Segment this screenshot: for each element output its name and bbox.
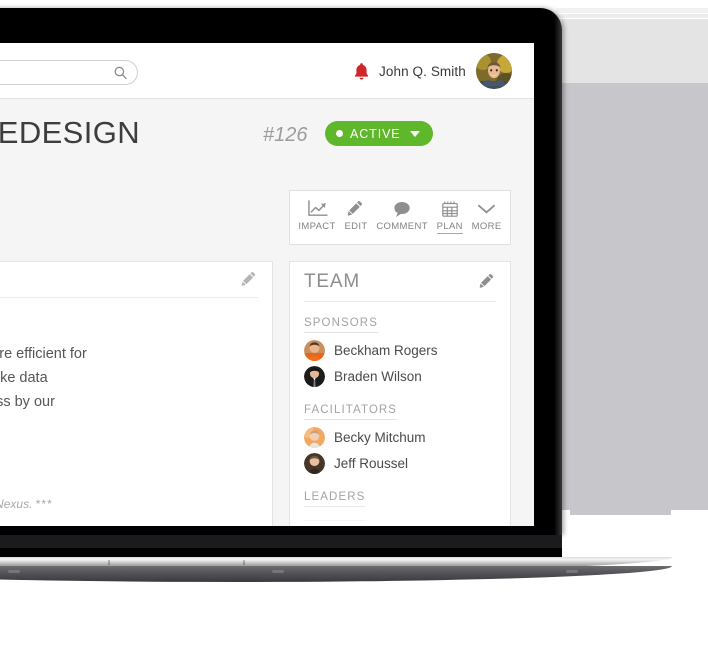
action-plan-label: PLAN xyxy=(436,221,463,234)
list-item[interactable]: Braden Wilson xyxy=(304,363,496,389)
avatar xyxy=(304,365,325,387)
user-name[interactable]: John Q. Smith xyxy=(379,64,466,79)
description-card: g orders to make it more efficient for r… xyxy=(0,261,273,526)
description-line-2: rstand how we can make data xyxy=(0,370,48,386)
laptop-foot xyxy=(272,570,284,573)
action-edit[interactable]: EDIT xyxy=(341,199,370,232)
action-edit-label: EDIT xyxy=(344,221,368,232)
description-text: g orders to make it more efficient for r… xyxy=(0,298,272,414)
action-more[interactable]: MORE xyxy=(469,199,505,232)
bell-icon[interactable] xyxy=(353,61,370,82)
team-group-facilitators: FACILITATORS Becky Mitchum Jeff Roussel xyxy=(304,389,496,476)
chart-line-icon xyxy=(307,199,328,218)
action-toolbar: IMPACT EDIT COMMENT PLAN MORE xyxy=(289,190,511,245)
page-header: ENTRY REDESIGN #126 ACTIVE xyxy=(0,100,534,162)
laptop-foot xyxy=(8,570,20,573)
action-impact[interactable]: IMPACT xyxy=(295,199,338,232)
search-icon[interactable] xyxy=(113,65,128,81)
background-dark-panel xyxy=(556,83,708,510)
page-title: ENTRY REDESIGN xyxy=(0,115,141,150)
action-comment[interactable]: COMMENT xyxy=(373,199,431,232)
laptop-screen: Search... John Q. Smith xyxy=(0,43,534,526)
chevron-down-icon[interactable] xyxy=(409,130,420,137)
description-note-stars: *** xyxy=(35,497,53,511)
page-id-label: #126 xyxy=(263,124,308,146)
laptop-foot xyxy=(566,570,578,573)
team-group-label: SPONSORS xyxy=(304,317,378,333)
action-more-label: MORE xyxy=(471,221,502,232)
avatar xyxy=(304,452,325,474)
background-strip-top xyxy=(556,8,708,13)
team-member-name: Jeff Roussel xyxy=(334,455,409,471)
laptop-base-seam xyxy=(108,560,110,565)
calendar-icon xyxy=(441,199,459,218)
status-label: ACTIVE xyxy=(350,126,401,141)
action-plan[interactable]: PLAN xyxy=(434,199,466,234)
team-title: TEAM xyxy=(304,270,360,292)
description-card-header xyxy=(0,262,258,298)
comment-bubble-icon xyxy=(392,199,412,218)
pencil-icon[interactable] xyxy=(241,271,258,293)
laptop-lid-gloss xyxy=(554,8,562,535)
team-card-header: TEAM xyxy=(304,262,496,302)
action-comment-label: COMMENT xyxy=(376,221,428,232)
team-member-name: Beckham Rogers xyxy=(334,342,438,358)
team-group-label: FACILITATORS xyxy=(304,404,398,420)
background-dark-panel-step xyxy=(570,507,671,515)
list-item[interactable]: Becky Mitchum xyxy=(304,424,496,450)
team-next-group-stub xyxy=(304,520,366,521)
search-input[interactable]: Search... xyxy=(0,60,138,85)
pencil-icon xyxy=(347,199,365,218)
avatar xyxy=(304,339,325,361)
team-group-sponsors: SPONSORS Beckham Rogers Braden Wilson xyxy=(304,302,496,389)
avatar[interactable] xyxy=(476,53,512,89)
chevron-down-icon xyxy=(476,199,497,218)
avatar xyxy=(304,426,325,448)
description-line-1: g orders to make it more efficient for xyxy=(0,346,87,362)
action-impact-label: IMPACT xyxy=(298,221,336,232)
team-card: TEAM SPONSORS Beckham Rogers Braden Wils… xyxy=(289,261,511,526)
laptop-base-seam xyxy=(243,560,245,565)
team-group-label: LEADERS xyxy=(304,491,366,507)
list-item[interactable]: Jeff Roussel xyxy=(304,450,496,476)
team-member-name: Braden Wilson xyxy=(334,368,422,384)
team-member-name: Becky Mitchum xyxy=(334,429,426,445)
background-strip-top-2 xyxy=(556,14,708,18)
laptop-bottom-shadow xyxy=(0,566,672,582)
background-light-panel xyxy=(556,19,708,83)
list-item[interactable]: Beckham Rogers xyxy=(304,337,496,363)
description-note-text: -specific information in KaiNexus. xyxy=(0,497,33,511)
description-note: -specific information in KaiNexus. *** xyxy=(0,497,53,511)
description-line-3: understand and process by our xyxy=(0,394,55,410)
pencil-icon[interactable] xyxy=(479,273,496,295)
status-dot xyxy=(336,130,343,137)
team-group-leaders: LEADERS xyxy=(304,476,496,511)
app-topbar: Search... John Q. Smith xyxy=(0,43,534,99)
screenshot-stage: Search... John Q. Smith xyxy=(0,0,708,650)
status-badge[interactable]: ACTIVE xyxy=(325,121,433,146)
